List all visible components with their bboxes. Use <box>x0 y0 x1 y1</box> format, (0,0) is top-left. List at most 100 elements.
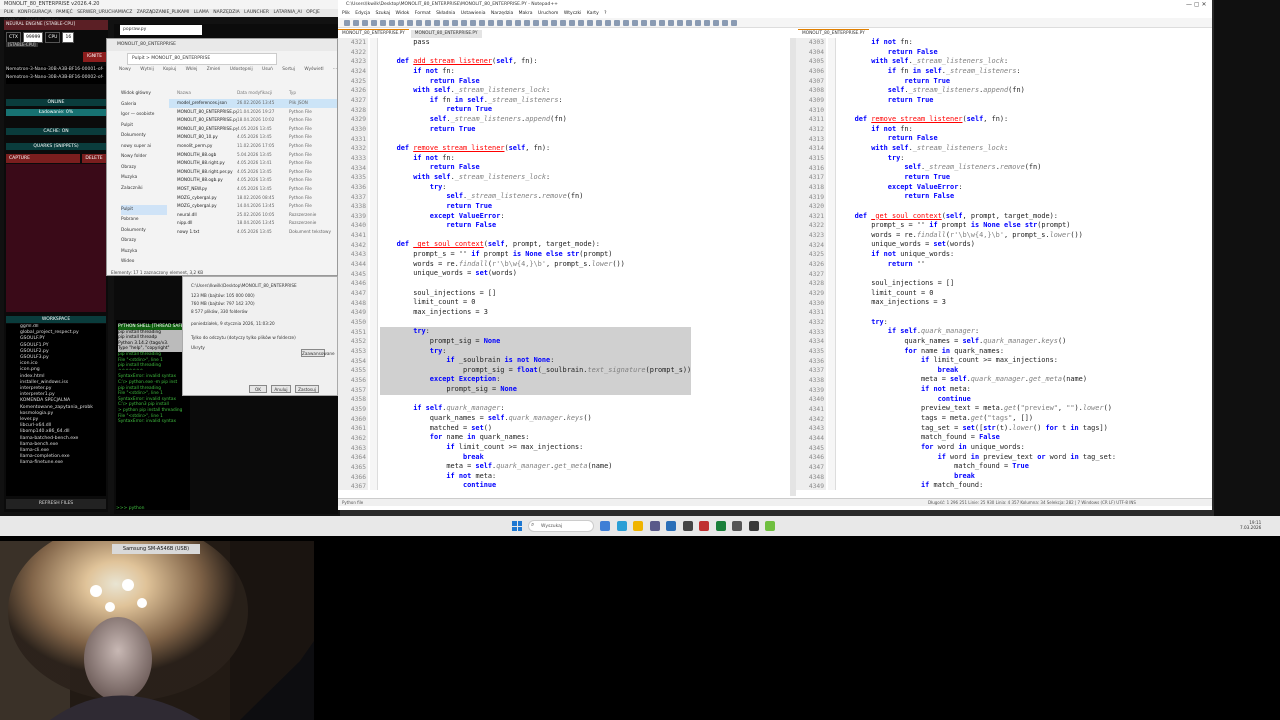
toolbar-button-icon[interactable] <box>344 20 350 26</box>
code-line[interactable]: match_found = True <box>838 462 1116 472</box>
toolbar-button-icon[interactable] <box>353 20 359 26</box>
code-line[interactable]: self._stream_listeners.append(fn) <box>838 86 1116 96</box>
terminal-file-input[interactable]: popraw.py <box>120 25 202 35</box>
toolbar-button-icon[interactable] <box>632 20 638 26</box>
code-line[interactable]: soul_injections = [] <box>838 279 1116 289</box>
toolbar-button-icon[interactable] <box>560 20 566 26</box>
code-line[interactable]: matched = set() <box>380 424 691 434</box>
toolbar-button-icon[interactable] <box>713 20 719 26</box>
code-line[interactable]: unique_words = set(words) <box>838 240 1116 250</box>
edge-icon[interactable] <box>616 521 627 531</box>
code-line[interactable]: break <box>380 453 691 463</box>
toolbar-button-icon[interactable] <box>443 20 449 26</box>
apply-button[interactable]: Zastosuj <box>295 385 319 393</box>
code-line[interactable]: if self.quark_manager: <box>380 404 691 414</box>
nav-item[interactable]: Muzyka <box>121 247 167 258</box>
code-area[interactable]: if not fn: return False with self._strea… <box>838 38 1116 490</box>
toolbar-button-icon[interactable] <box>695 20 701 26</box>
code-line[interactable]: continue <box>838 395 1116 405</box>
code-line[interactable]: return True <box>380 105 691 115</box>
code-line[interactable]: self._stream_listeners.remove(fn) <box>380 192 691 202</box>
file-row[interactable]: MOZG_cybergal.py 18.02.2026 08:45 Python F… <box>169 194 337 203</box>
quarks-list[interactable] <box>6 164 106 312</box>
code-line[interactable]: prompt_sig = float(_soulbrain.text_signa… <box>380 365 692 376</box>
code-line[interactable]: return False <box>380 163 691 173</box>
code-line[interactable] <box>380 48 691 58</box>
model-list[interactable]: Nemotron-3-Nano-30B-A3B-BF16-00001-of- N… <box>6 66 106 84</box>
code-line[interactable]: if not fn: <box>838 38 1116 48</box>
code-line[interactable]: def remove_stream_listener(self, fn): <box>380 144 691 154</box>
code-line[interactable]: def _get_soul_context(self, prompt, targ… <box>838 212 1116 222</box>
app-icon[interactable] <box>748 521 759 531</box>
code-line[interactable]: pass <box>380 38 691 48</box>
nav-item[interactable]: Zalaczniki <box>121 184 167 195</box>
tab-file[interactable]: MONOLIT_80_ENTERPRISE.PY <box>798 29 869 38</box>
file-row[interactable]: MONOLITH_88.right.py 4.05.2026 13:41 Pytho… <box>169 159 337 168</box>
file-row[interactable]: MONOLITH_88.ogb 5.04.2026 13:45 Python Fil… <box>169 151 337 160</box>
code-line[interactable]: quark_names = self.quark_manager.keys() <box>838 337 1116 347</box>
code-line[interactable]: tags = meta.get("tags", []) <box>838 414 1116 424</box>
toolbar-button-icon[interactable] <box>641 20 647 26</box>
code-line[interactable]: return True <box>838 173 1116 183</box>
code-line[interactable]: if fn in self._stream_listeners: <box>838 67 1116 77</box>
workspace-file-item[interactable]: llama-finetune.exe <box>20 460 106 466</box>
python-icon[interactable] <box>715 521 726 531</box>
nav-item[interactable]: Nowy folder <box>121 152 167 163</box>
explorer-nav-pane[interactable]: Widok główny Galeria Igor — osobiste Pulpit… <box>109 89 167 269</box>
col-name[interactable]: Nazwa <box>169 89 237 97</box>
explorer-address-bar[interactable]: Pulpit > MONOLIT_80_ENTERPRISE <box>107 53 337 65</box>
code-line[interactable]: if word in preview_text or word in tag_s… <box>838 453 1117 463</box>
toolbar-button-icon[interactable] <box>605 20 611 26</box>
code-line[interactable]: limit_count = 0 <box>838 289 1116 299</box>
toolbar-button-icon[interactable] <box>497 20 503 26</box>
tab-file[interactable]: MONOLIT_80_ENTERPRISE.PY <box>410 30 482 38</box>
code-line[interactable]: return True <box>380 125 691 135</box>
file-row[interactable]: nowy 1.txt 4.05.2026 13:45 Dokument teksto… <box>169 228 337 237</box>
code-line[interactable]: self._stream_listeners.remove(fn) <box>838 163 1116 173</box>
toolbar-button-icon[interactable] <box>542 20 548 26</box>
file-row[interactable]: MONOLITH_88.ogb.py 4.05.2026 13:45 Python … <box>169 176 337 185</box>
code-line[interactable]: try: <box>380 346 692 357</box>
address-field[interactable]: Pulpit > MONOLIT_80_ENTERPRISE <box>127 53 277 65</box>
code-line[interactable]: with self._stream_listeners_lock: <box>838 144 1116 154</box>
nav-item[interactable]: Pobrane <box>121 215 167 226</box>
python-shell[interactable]: PYTHON SHELL [THREAD SAFE] pip install th… <box>116 320 190 510</box>
toolbar-button-icon[interactable] <box>596 20 602 26</box>
code-line[interactable]: if _soulbrain is not None: <box>380 356 692 366</box>
code-line[interactable] <box>838 202 1116 212</box>
ignite-button[interactable]: IGNITE <box>83 52 106 62</box>
code-area[interactable]: pass def add_stream_listener(self, fn): … <box>380 38 692 490</box>
code-line[interactable]: if not meta: <box>838 385 1116 395</box>
code-line[interactable]: return False <box>838 48 1116 58</box>
code-line[interactable]: words = re.findall(r'\b\w{4,}\b', prompt… <box>838 231 1116 241</box>
toolbar-button-icon[interactable] <box>506 20 512 26</box>
fold-margin[interactable] <box>370 38 378 490</box>
code-line[interactable]: def remove_stream_listener(self, fn): <box>838 115 1116 125</box>
explorer-file-list[interactable]: model_preferences.json 26.02.2026 13:45 Pl… <box>169 99 337 267</box>
code-line[interactable]: return False <box>380 221 691 231</box>
advanced-button[interactable]: Zaawansowane <box>301 349 335 357</box>
shell-prompt[interactable]: >>> python <box>116 506 144 511</box>
toolbar-button-icon[interactable] <box>362 20 368 26</box>
toolbar-button-icon[interactable] <box>371 20 377 26</box>
code-line[interactable] <box>838 269 1116 279</box>
nav-item[interactable]: Obrazy <box>121 163 167 174</box>
toolbar-button-icon[interactable] <box>524 20 530 26</box>
nav-item[interactable]: Igor — osobiste <box>121 110 167 121</box>
taskbar-search[interactable]: Wyszukaj <box>528 520 594 532</box>
code-line[interactable]: try: <box>838 154 1116 164</box>
notepad-toolbar[interactable] <box>338 18 1212 28</box>
model-item[interactable]: Nemotron-3-Nano-30B-A3B-BF16-00001-of- <box>6 66 106 74</box>
explorer-column-headers[interactable]: Nazwa Data modyfikacji Typ <box>169 89 337 97</box>
nav-item[interactable]: Obrazy <box>121 236 167 247</box>
ok-button[interactable]: OK <box>249 385 267 393</box>
code-line[interactable]: soul_injections = [] <box>380 289 691 299</box>
right-editor-pane[interactable]: 4303 4304 4305 4306 4307 4308 4309 4310 4311 4312… <box>796 38 1212 490</box>
nav-item[interactable]: Galeria <box>121 100 167 111</box>
code-line[interactable]: limit_count = 0 <box>380 298 691 308</box>
code-line[interactable]: preview_text = meta.get("preview", "").l… <box>838 404 1116 414</box>
file-row[interactable]: MOZG_cybergal.py 14.04.2026 13:45 Python F… <box>169 202 337 211</box>
nav-item[interactable]: Dokumenty <box>121 131 167 142</box>
capture-button[interactable]: CAPTURE <box>6 154 80 163</box>
toolbar-button-icon[interactable] <box>407 20 413 26</box>
